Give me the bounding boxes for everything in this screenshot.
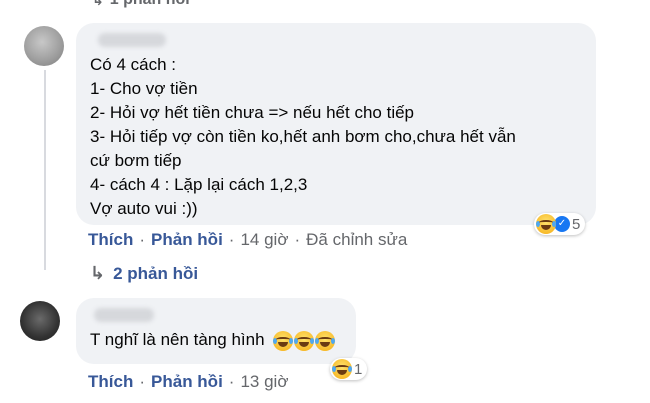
like-button[interactable]: Thích bbox=[88, 230, 133, 250]
comment-text: T nghĩ là nên tàng hình bbox=[90, 330, 265, 349]
comment-actions: Thích · Phản hồi · 14 giờ · Đã chỉnh sửa bbox=[88, 230, 407, 250]
separator: · bbox=[228, 372, 235, 391]
separator: · bbox=[139, 372, 146, 391]
thread-line bbox=[44, 70, 46, 270]
author-name[interactable] bbox=[98, 33, 166, 47]
previous-replies-link[interactable]: ↳ 1 phản hồi bbox=[92, 0, 190, 9]
reply-button[interactable]: Phản hồi bbox=[151, 372, 223, 392]
timestamp[interactable]: 13 giờ bbox=[240, 372, 288, 392]
separator: · bbox=[228, 230, 235, 249]
comment-bubble: Có 4 cách : 1- Cho vợ tiền 2- Hỏi vợ hết… bbox=[76, 23, 596, 225]
comment-line: cứ bơm tiếp bbox=[90, 151, 182, 170]
reply-arrow-icon: ↳ bbox=[90, 263, 106, 283]
separator: · bbox=[294, 230, 301, 249]
reaction-summary[interactable]: 1 bbox=[330, 358, 368, 380]
emoji-group bbox=[273, 330, 336, 351]
comment-line: Có 4 cách : bbox=[90, 55, 176, 74]
edited-label[interactable]: Đã chỉnh sửa bbox=[306, 230, 407, 250]
comment-bubble: T nghĩ là nên tàng hình bbox=[76, 298, 356, 364]
comment-line: 2- Hỏi vợ hết tiền chưa => nếu hết cho t… bbox=[90, 103, 415, 122]
comment-line: T nghĩ là nên tàng hình bbox=[90, 328, 342, 352]
like-icon: ✓ bbox=[554, 216, 570, 232]
comment-line: Vợ auto vui :)) bbox=[90, 199, 198, 218]
comment-line: 3- Hỏi tiếp vợ còn tiền ko,hết anh bơm c… bbox=[90, 127, 516, 146]
comment-actions: Thích · Phản hồi · 13 giờ bbox=[88, 372, 288, 392]
previous-replies-label: 1 phản hồi bbox=[110, 0, 190, 9]
haha-emoji-icon bbox=[294, 330, 315, 351]
view-replies-link[interactable]: ↳ 2 phản hồi bbox=[90, 263, 198, 284]
reaction-summary[interactable]: ✓ 5 bbox=[534, 213, 586, 235]
haha-emoji-icon bbox=[315, 330, 336, 351]
timestamp[interactable]: 14 giờ bbox=[240, 230, 288, 250]
like-button[interactable]: Thích bbox=[88, 372, 133, 392]
avatar[interactable] bbox=[24, 26, 64, 66]
reply-button[interactable]: Phản hồi bbox=[151, 230, 223, 250]
reply-arrow-icon: ↳ bbox=[92, 0, 104, 9]
reaction-count: 5 bbox=[572, 215, 581, 233]
comment-line: 4- cách 4 : Lặp lại cách 1,2,3 bbox=[90, 175, 308, 194]
avatar[interactable] bbox=[20, 301, 60, 341]
haha-emoji-icon bbox=[273, 330, 294, 351]
haha-emoji-icon bbox=[332, 359, 352, 379]
separator: · bbox=[139, 230, 146, 249]
comment-line: 1- Cho vợ tiền bbox=[90, 79, 198, 98]
replies-label: 2 phản hồi bbox=[113, 263, 199, 283]
haha-emoji-icon bbox=[536, 214, 556, 234]
reaction-count: 1 bbox=[354, 360, 363, 378]
author-name[interactable] bbox=[94, 308, 154, 322]
